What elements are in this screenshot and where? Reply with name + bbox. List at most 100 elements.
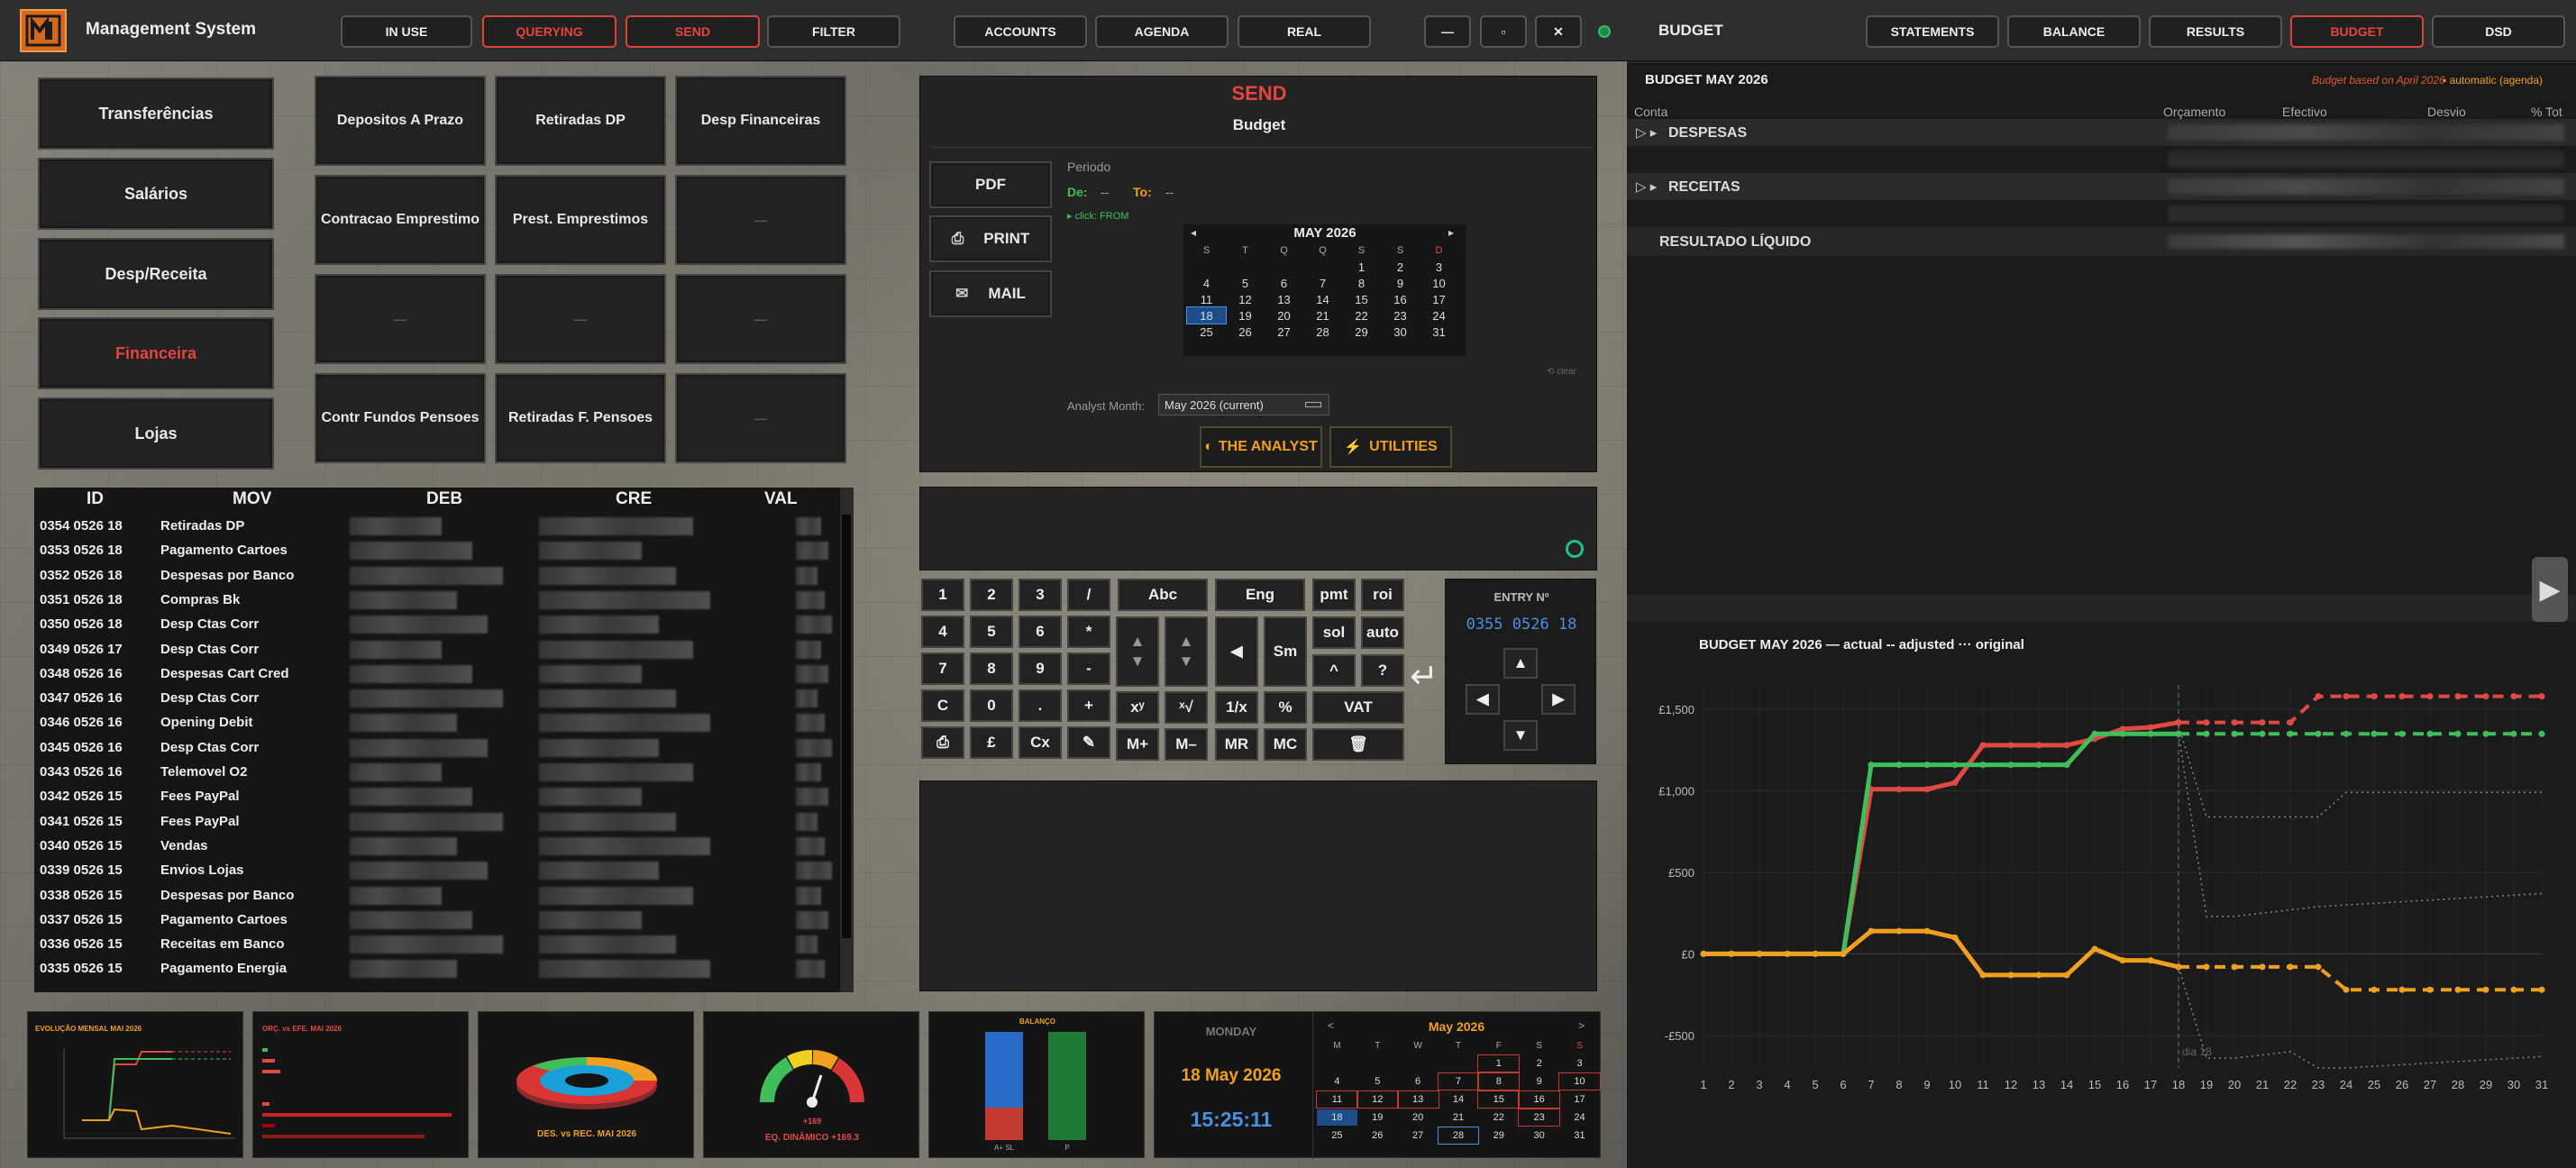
calendar-day[interactable]: 12: [1356, 1090, 1399, 1109]
calendar-day[interactable]: [1439, 1055, 1479, 1072]
key-help[interactable]: ?: [1361, 654, 1404, 687]
calendar-day[interactable]: 9: [1381, 275, 1420, 291]
tab-statements[interactable]: STATEMENTS: [1866, 15, 1999, 48]
calendar-day[interactable]: 6: [1398, 1073, 1439, 1090]
table-row[interactable]: 0340 0526 15 Vendas: [34, 835, 842, 859]
key-1-3[interactable]: *: [1067, 616, 1110, 648]
calendar-day[interactable]: 31: [1559, 1127, 1600, 1144]
accounts-button[interactable]: ACCOUNTS: [954, 15, 1087, 48]
calendar-day[interactable]: 3: [1420, 259, 1458, 275]
to-value[interactable]: --: [1165, 185, 1174, 199]
calendar-day[interactable]: 29: [1342, 324, 1381, 340]
key-pmt[interactable]: pmt: [1312, 579, 1356, 611]
menu-transferencias[interactable]: Transferências: [38, 78, 274, 150]
calendar-day[interactable]: 22: [1342, 307, 1381, 324]
clear-link[interactable]: ⟲ clear: [1547, 367, 1576, 377]
calendar-day[interactable]: 10: [1420, 275, 1458, 291]
menu-lojas[interactable]: Lojas: [38, 397, 274, 470]
calendar-day[interactable]: 19: [1226, 307, 1265, 324]
key-1-0[interactable]: 4: [921, 616, 964, 648]
calendar-day[interactable]: [1357, 1055, 1398, 1072]
table-row[interactable]: 0353 0526 18 Pagamento Cartoes: [34, 539, 842, 563]
key-trash[interactable]: 🗑: [1312, 728, 1404, 761]
calendar-day[interactable]: 21: [1303, 307, 1342, 324]
real-button[interactable]: REAL: [1238, 15, 1371, 48]
row-receitas[interactable]: ▷ ▸ RECEITAS: [1627, 173, 2576, 200]
enter-icon[interactable]: ↵: [1410, 656, 1439, 697]
key-mplus[interactable]: M+: [1116, 728, 1159, 761]
print-button[interactable]: ⎙ PRINT: [929, 215, 1052, 262]
calendar-day[interactable]: 26: [1226, 324, 1265, 340]
calendar-day[interactable]: 23: [1381, 307, 1420, 324]
table-scrollbar[interactable]: [839, 488, 854, 992]
calendar-day[interactable]: 2: [1519, 1055, 1559, 1072]
key-mminus[interactable]: M–: [1165, 728, 1208, 761]
expand-icon[interactable]: ▷ ▸: [1636, 124, 1657, 141]
minimize-button[interactable]: —: [1424, 15, 1471, 48]
calendar-day[interactable]: 26: [1357, 1127, 1398, 1144]
calendar-day[interactable]: 29: [1478, 1127, 1519, 1144]
calendar-day[interactable]: 5: [1226, 275, 1265, 291]
key-eng[interactable]: Eng: [1215, 579, 1305, 611]
calendar-day[interactable]: 3: [1559, 1055, 1600, 1072]
calendar-day[interactable]: 7: [1303, 275, 1342, 291]
calendar-day[interactable]: 17: [1559, 1091, 1600, 1108]
de-value[interactable]: --: [1101, 185, 1109, 199]
arrow-right-button[interactable]: ▶: [1541, 684, 1576, 715]
calendar-day[interactable]: 11: [1187, 291, 1226, 307]
calendar-day[interactable]: 28: [1303, 324, 1342, 340]
key-mc[interactable]: MC: [1264, 728, 1307, 761]
key-vat[interactable]: VAT: [1312, 691, 1404, 724]
key-4-1[interactable]: £: [970, 726, 1013, 759]
mail-button[interactable]: ✉ MAIL: [929, 270, 1052, 317]
calendar-day[interactable]: 16: [1518, 1090, 1561, 1109]
table-row[interactable]: 0343 0526 16 Telemovel O2: [34, 761, 842, 785]
bcal-next-icon[interactable]: >: [1578, 1019, 1585, 1032]
send-button[interactable]: SEND: [626, 15, 760, 48]
menu-desp-receita[interactable]: Desp/Receita: [38, 238, 274, 310]
table-row[interactable]: 0352 0526 18 Despesas por Banco: [34, 564, 842, 589]
tile-contr-fundos-pensoes[interactable]: Contr Fundos Pensoes: [315, 373, 486, 463]
agenda-button[interactable]: AGENDA: [1095, 15, 1229, 48]
close-button[interactable]: ✕: [1535, 15, 1582, 48]
eq-dinamico-widget[interactable]: +169 EQ. DINÂMICO +169.3: [703, 1011, 919, 1158]
calendar-day[interactable]: 30: [1519, 1127, 1559, 1144]
evolucao-mensal-widget[interactable]: EVOLUÇÃO MENSAL MAI 2026: [27, 1011, 243, 1158]
cal-next-icon[interactable]: ▸: [1448, 226, 1454, 239]
calendar-day[interactable]: [1317, 1055, 1357, 1072]
calendar-day[interactable]: 22: [1478, 1109, 1519, 1126]
arrow-down-button[interactable]: ▼: [1503, 720, 1538, 751]
table-row[interactable]: 0350 0526 18 Desp Ctas Corr: [34, 613, 842, 637]
key-mr[interactable]: MR: [1215, 728, 1258, 761]
key-2-2[interactable]: 9: [1019, 652, 1062, 685]
calendar-day[interactable]: 12: [1226, 291, 1265, 307]
calendar-day[interactable]: 7: [1437, 1072, 1480, 1090]
calendar-day[interactable]: 20: [1265, 307, 1303, 324]
querying-button[interactable]: QUERYING: [482, 15, 617, 48]
table-row[interactable]: 0354 0526 18 Retiradas DP: [34, 515, 842, 539]
calendar-day[interactable]: 17: [1420, 291, 1458, 307]
tile-retiradas-f-pensoes[interactable]: Retiradas F. Pensoes: [495, 373, 666, 463]
calendar-day[interactable]: 24: [1420, 307, 1458, 324]
table-row[interactable]: 0345 0526 16 Desp Ctas Corr: [34, 736, 842, 761]
calendar-day[interactable]: 27: [1265, 324, 1303, 340]
maximize-button[interactable]: ▫: [1480, 15, 1527, 48]
key-3-2[interactable]: .: [1019, 689, 1062, 722]
calendar-day[interactable]: 27: [1398, 1127, 1439, 1144]
tile-empty[interactable]: —: [315, 274, 486, 364]
calendar-day[interactable]: 15: [1477, 1090, 1521, 1109]
table-row[interactable]: 0348 0526 16 Despesas Cart Cred: [34, 662, 842, 687]
analyst-month-select[interactable]: May 2026 (current): [1158, 394, 1329, 415]
menu-salarios[interactable]: Salários: [38, 158, 274, 230]
tile-empty[interactable]: —: [675, 274, 846, 364]
key-3-0[interactable]: C: [921, 689, 964, 722]
calendar-day[interactable]: 9: [1519, 1073, 1559, 1090]
calendar-day[interactable]: 13: [1396, 1090, 1439, 1109]
calendar-day[interactable]: 21: [1439, 1109, 1479, 1126]
calendar-day[interactable]: 25: [1317, 1127, 1357, 1144]
tile-prest-emprestimos[interactable]: Prest. Emprestimos: [495, 175, 666, 265]
key-xy[interactable]: xʸ: [1116, 691, 1159, 724]
tile-depositos-a-prazo[interactable]: Depositos A Prazo: [315, 76, 486, 166]
key-scroll-2[interactable]: ▲ ▼: [1165, 616, 1208, 687]
arrow-up-button[interactable]: ▲: [1503, 648, 1538, 679]
